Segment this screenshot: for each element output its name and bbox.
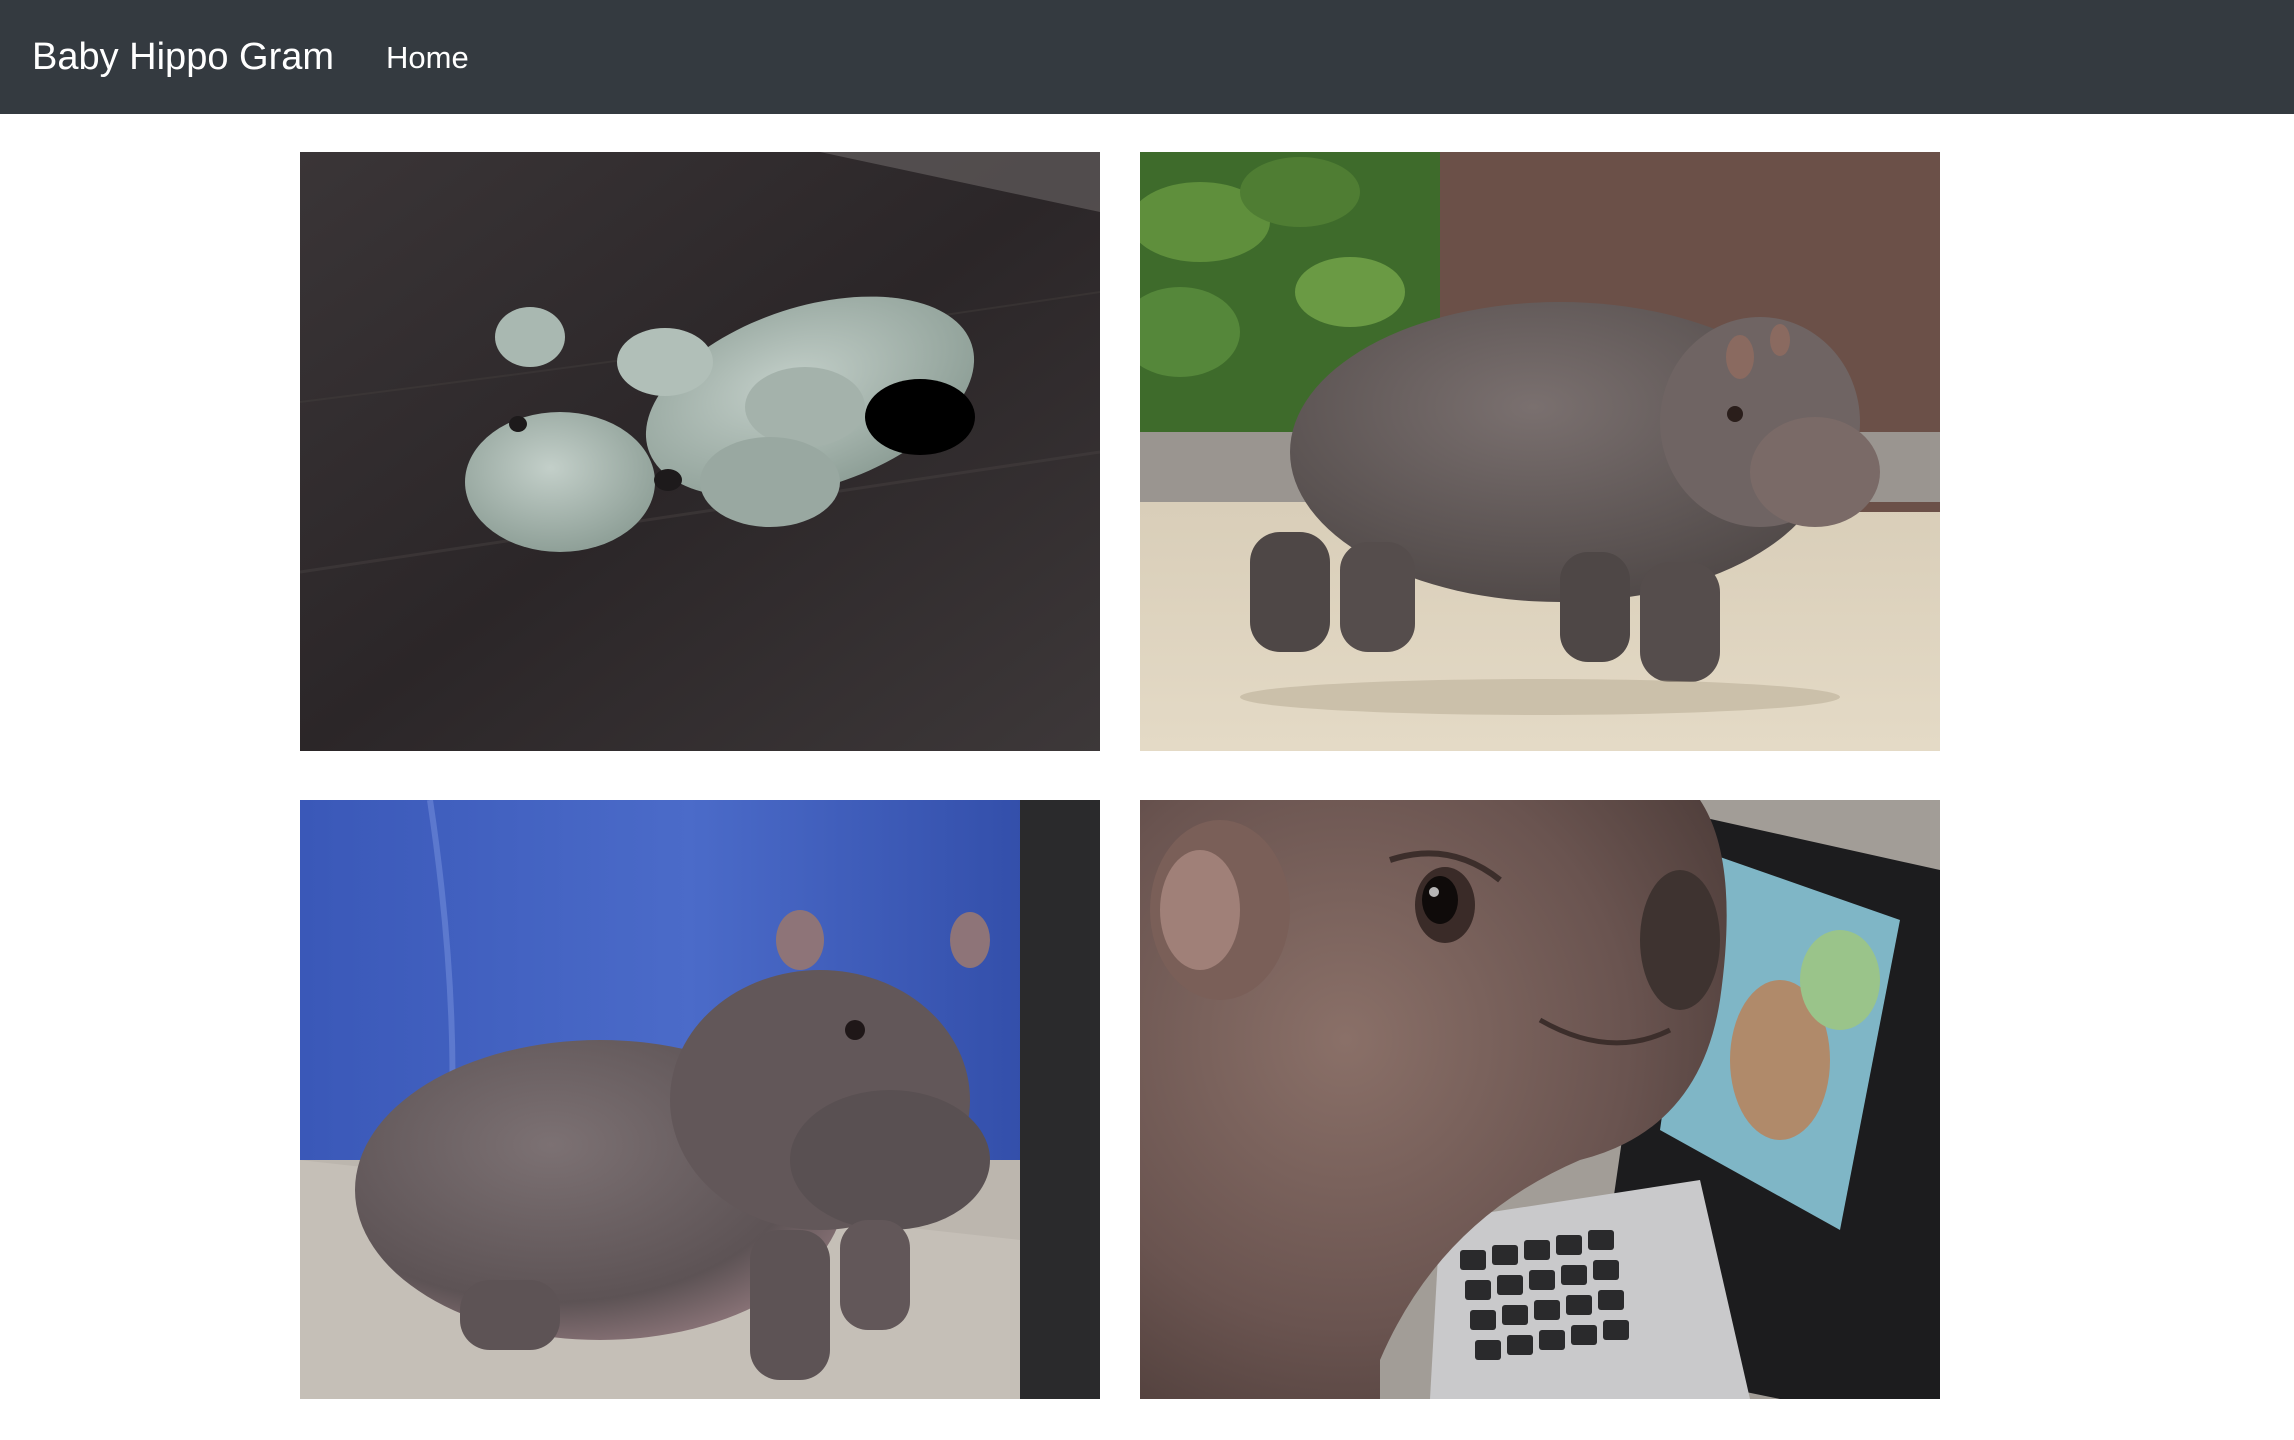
photo-image [1140, 152, 1940, 751]
gallery-photo-hippo-sitting[interactable] [300, 800, 1100, 1399]
photo-image [300, 152, 1100, 751]
photo-image [300, 800, 1100, 1399]
brand-link[interactable]: Baby Hippo Gram [32, 0, 334, 114]
gallery-photo-hippo-tablet[interactable] [1140, 800, 1940, 1399]
nav-link-home[interactable]: Home [386, 0, 469, 114]
photo-image [1140, 800, 1940, 1399]
gallery-photo-hippo-walking[interactable] [1140, 152, 1940, 751]
gallery-photo-crochet-hippo[interactable] [300, 152, 1100, 751]
top-navbar: Baby Hippo Gram Home [0, 0, 2294, 114]
